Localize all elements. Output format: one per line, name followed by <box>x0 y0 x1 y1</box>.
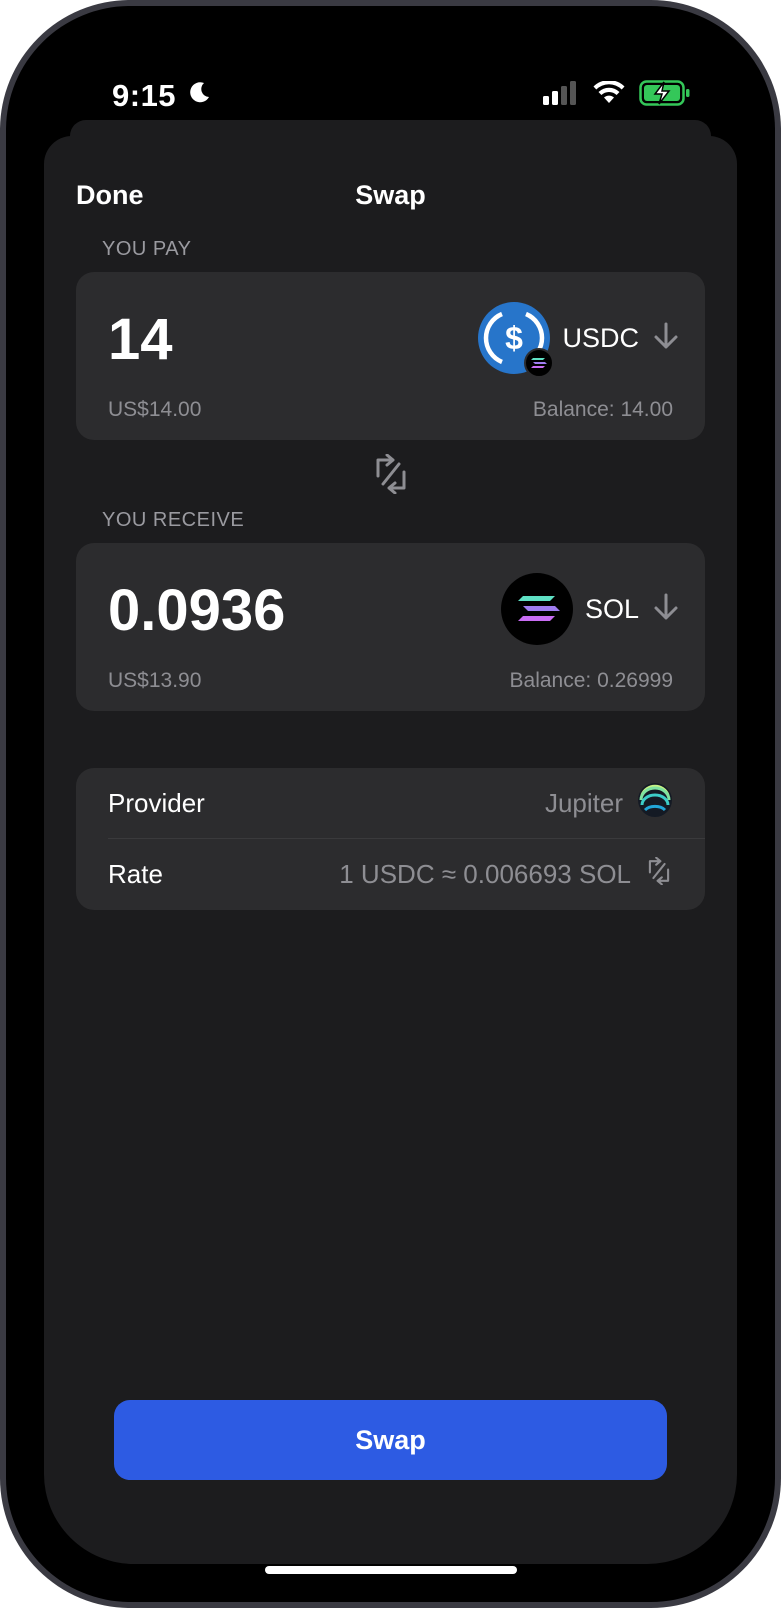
done-button[interactable]: Done <box>76 180 144 211</box>
swap-rate-icon[interactable] <box>645 856 673 892</box>
pay-token-selector[interactable]: $ USDC <box>478 302 681 378</box>
swap-sheet: Swap Done YOU PAY 14 $ USDC US$14.00 Bal… <box>44 136 737 1564</box>
pay-fiat-value: US$14.00 <box>108 398 202 421</box>
solana-icon <box>500 573 573 645</box>
rate-label: Rate <box>108 858 163 889</box>
battery-charging-icon <box>639 80 691 111</box>
pay-balance: Balance: 14.00 <box>532 398 673 421</box>
you-receive-label: YOU RECEIVE <box>102 509 245 531</box>
swap-arrows-icon <box>376 453 405 495</box>
status-time: 9:15 <box>112 78 177 113</box>
pay-amount-input[interactable]: 14 <box>108 306 173 373</box>
pay-token-name: USDC <box>562 322 639 353</box>
jupiter-icon <box>637 782 673 825</box>
provider-label: Provider <box>108 787 205 818</box>
receive-balance: Balance: 0.26999 <box>509 669 673 692</box>
swap-button[interactable]: Swap <box>114 1400 667 1480</box>
moon-icon <box>186 80 212 111</box>
receive-amount: 0.0936 <box>108 578 286 643</box>
usdc-icon: $ <box>478 302 555 378</box>
receive-card: 0.0936 SOL US$13.90 Balance: 0.26999 <box>76 543 705 711</box>
chevron-down-icon <box>651 592 681 627</box>
provider-row[interactable]: Provider Jupiter <box>108 768 673 838</box>
receive-token-name: SOL <box>584 593 639 624</box>
phone-frame: 9:15 Swap Done YOU PAY 14 $ USDC US$14.0… <box>0 0 781 1608</box>
you-pay-label: YOU PAY <box>102 238 192 260</box>
chevron-down-icon <box>651 321 681 356</box>
swap-direction-button[interactable] <box>371 453 411 499</box>
svg-text:$: $ <box>506 320 524 356</box>
pay-card: 14 $ USDC US$14.00 Balance: 14.00 <box>76 272 705 440</box>
wifi-icon <box>593 80 625 110</box>
provider-value: Jupiter <box>544 787 623 818</box>
solana-network-badge-icon <box>524 348 555 383</box>
page-title: Swap <box>355 180 426 210</box>
receive-fiat-value: US$13.90 <box>108 669 202 692</box>
phone-bezel: 9:15 Swap Done YOU PAY 14 $ USDC US$14.0… <box>6 6 775 1602</box>
swap-details-card: Provider Jupiter Rate 1 USDC ≈ 0.006693 … <box>76 768 705 910</box>
rate-row[interactable]: Rate 1 USDC ≈ 0.006693 SOL <box>108 839 673 909</box>
status-icons <box>543 80 691 111</box>
screen: 9:15 Swap Done YOU PAY 14 $ USDC US$14.0… <box>18 18 763 1590</box>
rate-value: 1 USDC ≈ 0.006693 SOL <box>339 858 631 889</box>
home-indicator <box>264 1566 517 1574</box>
cellular-signal-icon <box>543 81 579 110</box>
receive-token-selector[interactable]: SOL <box>500 573 681 645</box>
